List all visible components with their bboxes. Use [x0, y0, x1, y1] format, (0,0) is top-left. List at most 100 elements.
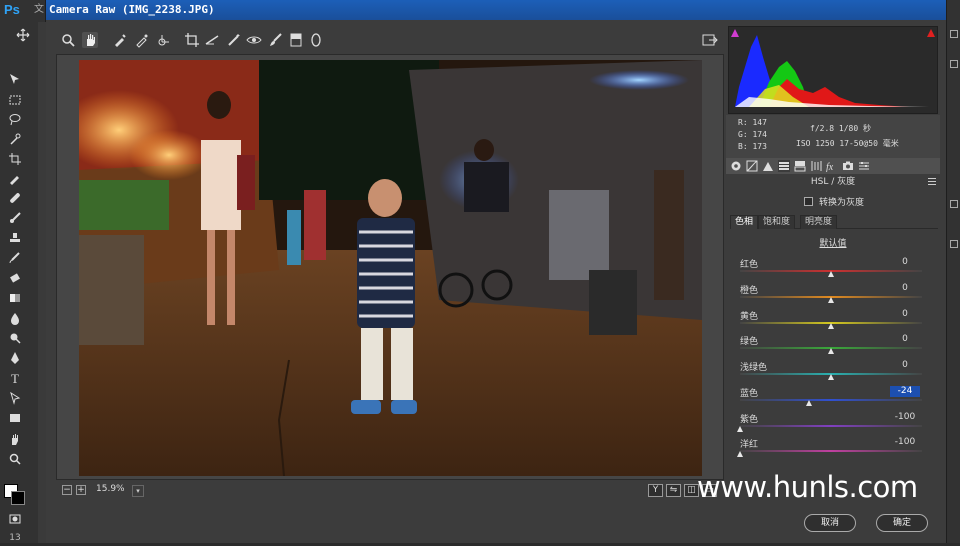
hand-tool-icon[interactable] — [6, 432, 24, 448]
rectangle-tool-icon[interactable] — [6, 411, 24, 427]
lens-corrections-tab-icon[interactable] — [810, 160, 822, 172]
open-in-photoshop-icon[interactable] — [702, 32, 718, 48]
hsl-slider-row: 红色 0 — [740, 257, 926, 282]
photo-preview[interactable] — [79, 60, 702, 476]
move-options-icon[interactable] — [14, 28, 32, 44]
tab-saturation[interactable]: 饱和度 — [758, 215, 796, 229]
image-preview-area[interactable] — [56, 54, 724, 480]
camera-raw-dialog: Camera Raw (IMG_2238.JPG) − + 15.9% ▾ Y … — [46, 0, 946, 543]
slider-value-input[interactable]: -100 — [890, 437, 920, 448]
slider-thumb[interactable] — [806, 400, 813, 406]
hsl-section-title: HSL / 灰度 — [810, 177, 856, 187]
slider-value-input[interactable]: 0 — [890, 309, 920, 320]
slider-thumb[interactable] — [828, 348, 834, 354]
cancel-button[interactable]: 取消 — [804, 514, 856, 532]
slider-thumb[interactable] — [737, 426, 743, 432]
zoom-tool-icon[interactable] — [60, 32, 76, 48]
slider-value-input[interactable]: 0 — [890, 257, 920, 268]
move-tool-icon[interactable] — [6, 72, 24, 88]
slider-value-input[interactable]: 0 — [890, 283, 920, 294]
red-readout: R: 147 — [738, 118, 767, 127]
swap-view-button[interactable]: ⇋ — [666, 484, 681, 497]
hsl-slider-row: 绿色 0 — [740, 334, 926, 359]
zoom-in-button[interactable]: + — [76, 485, 86, 495]
adjustment-brush-icon[interactable] — [268, 32, 284, 48]
path-select-icon[interactable] — [6, 391, 24, 407]
zoom-out-button[interactable]: − — [62, 485, 72, 495]
history-brush-icon[interactable] — [6, 251, 24, 267]
tab-hue[interactable]: 色相 — [730, 215, 759, 229]
eraser-icon[interactable] — [6, 271, 24, 287]
type-tool-icon[interactable]: T — [6, 371, 24, 387]
blur-tool-icon[interactable] — [6, 311, 24, 327]
hsl-slider-row: 洋红 -100 — [737, 437, 926, 462]
slider-value-input[interactable]: 0 — [890, 360, 920, 371]
color-sampler-icon[interactable] — [134, 32, 150, 48]
panel-icon[interactable] — [950, 60, 958, 68]
grayscale-checkbox[interactable] — [804, 197, 813, 206]
panel-icon[interactable] — [950, 30, 958, 38]
targeted-adjustment-icon[interactable] — [156, 32, 172, 48]
split-toning-tab-icon[interactable] — [794, 160, 806, 172]
slider-track[interactable] — [740, 425, 922, 427]
white-balance-tool-icon[interactable] — [112, 32, 128, 48]
basic-tab-icon[interactable] — [730, 160, 742, 172]
default-link[interactable]: 默认值 — [726, 236, 940, 249]
detail-tab-icon[interactable] — [762, 160, 774, 172]
svg-text:fx: fx — [826, 162, 834, 172]
slider-thumb[interactable] — [828, 374, 834, 380]
brush-tool-icon[interactable] — [6, 211, 24, 227]
quick-select-icon[interactable] — [6, 132, 24, 148]
presets-tab-icon[interactable] — [858, 160, 870, 172]
section-title: HSL / 灰度 — [726, 175, 940, 189]
crop-tool-icon[interactable] — [6, 152, 24, 168]
before-after-y-button[interactable]: Y — [648, 484, 663, 497]
slider-value-input[interactable]: 0 — [890, 334, 920, 345]
hsl-slider-row: 蓝色 -24 — [740, 386, 926, 411]
dodge-tool-icon[interactable] — [6, 331, 24, 347]
slider-label: 蓝色 — [740, 389, 759, 399]
healing-brush-icon[interactable] — [6, 191, 24, 207]
fx-tab-icon[interactable]: fx — [826, 160, 838, 172]
tone-curve-tab-icon[interactable] — [746, 160, 758, 172]
hand-tool-icon[interactable] — [82, 32, 98, 48]
night-market-photo — [79, 60, 702, 476]
photoshop-logo: Ps — [4, 2, 20, 17]
crop-tool-icon[interactable] — [184, 32, 200, 48]
panel-icon[interactable] — [950, 240, 958, 248]
ok-button[interactable]: 确定 — [876, 514, 928, 532]
screen-mode-number: 13 — [9, 533, 21, 543]
convert-to-grayscale[interactable]: 转换为灰度 — [804, 195, 864, 208]
panel-menu-icon[interactable] — [928, 178, 936, 185]
slider-label: 浅绿色 — [740, 363, 768, 373]
straighten-tool-icon[interactable] — [204, 32, 220, 48]
red-eye-icon[interactable] — [246, 32, 262, 48]
pen-tool-icon[interactable] — [6, 351, 24, 367]
radial-filter-icon[interactable] — [308, 32, 324, 48]
slider-value-input[interactable]: -24 — [890, 386, 920, 397]
background-color-swatch[interactable] — [11, 491, 25, 505]
hsl-tab-icon[interactable] — [778, 160, 790, 172]
tab-luminance[interactable]: 明亮度 — [800, 215, 838, 229]
eyedropper-icon[interactable] — [6, 171, 24, 187]
zoom-dropdown[interactable]: ▾ — [132, 485, 144, 497]
camera-calibration-tab-icon[interactable] — [842, 160, 854, 172]
gradient-tool-icon[interactable] — [6, 291, 24, 307]
zoom-tool-icon[interactable] — [6, 452, 24, 468]
hsl-slider-row: 紫色 -100 — [737, 412, 926, 437]
slider-label: 红色 — [740, 260, 759, 270]
slider-thumb[interactable] — [828, 323, 834, 329]
quick-mask-icon[interactable] — [6, 512, 24, 528]
slider-thumb[interactable] — [737, 451, 743, 457]
slider-track[interactable] — [740, 399, 922, 401]
marquee-tool-icon[interactable] — [6, 93, 24, 109]
graduated-filter-icon[interactable] — [288, 32, 304, 48]
slider-track[interactable] — [740, 450, 922, 452]
slider-value-input[interactable]: -100 — [890, 412, 920, 423]
slider-thumb[interactable] — [828, 271, 834, 277]
slider-thumb[interactable] — [828, 297, 834, 303]
spot-removal-icon[interactable] — [226, 32, 242, 48]
lasso-tool-icon[interactable] — [6, 112, 24, 128]
clone-stamp-icon[interactable] — [6, 231, 24, 247]
panel-icon[interactable] — [950, 200, 958, 208]
